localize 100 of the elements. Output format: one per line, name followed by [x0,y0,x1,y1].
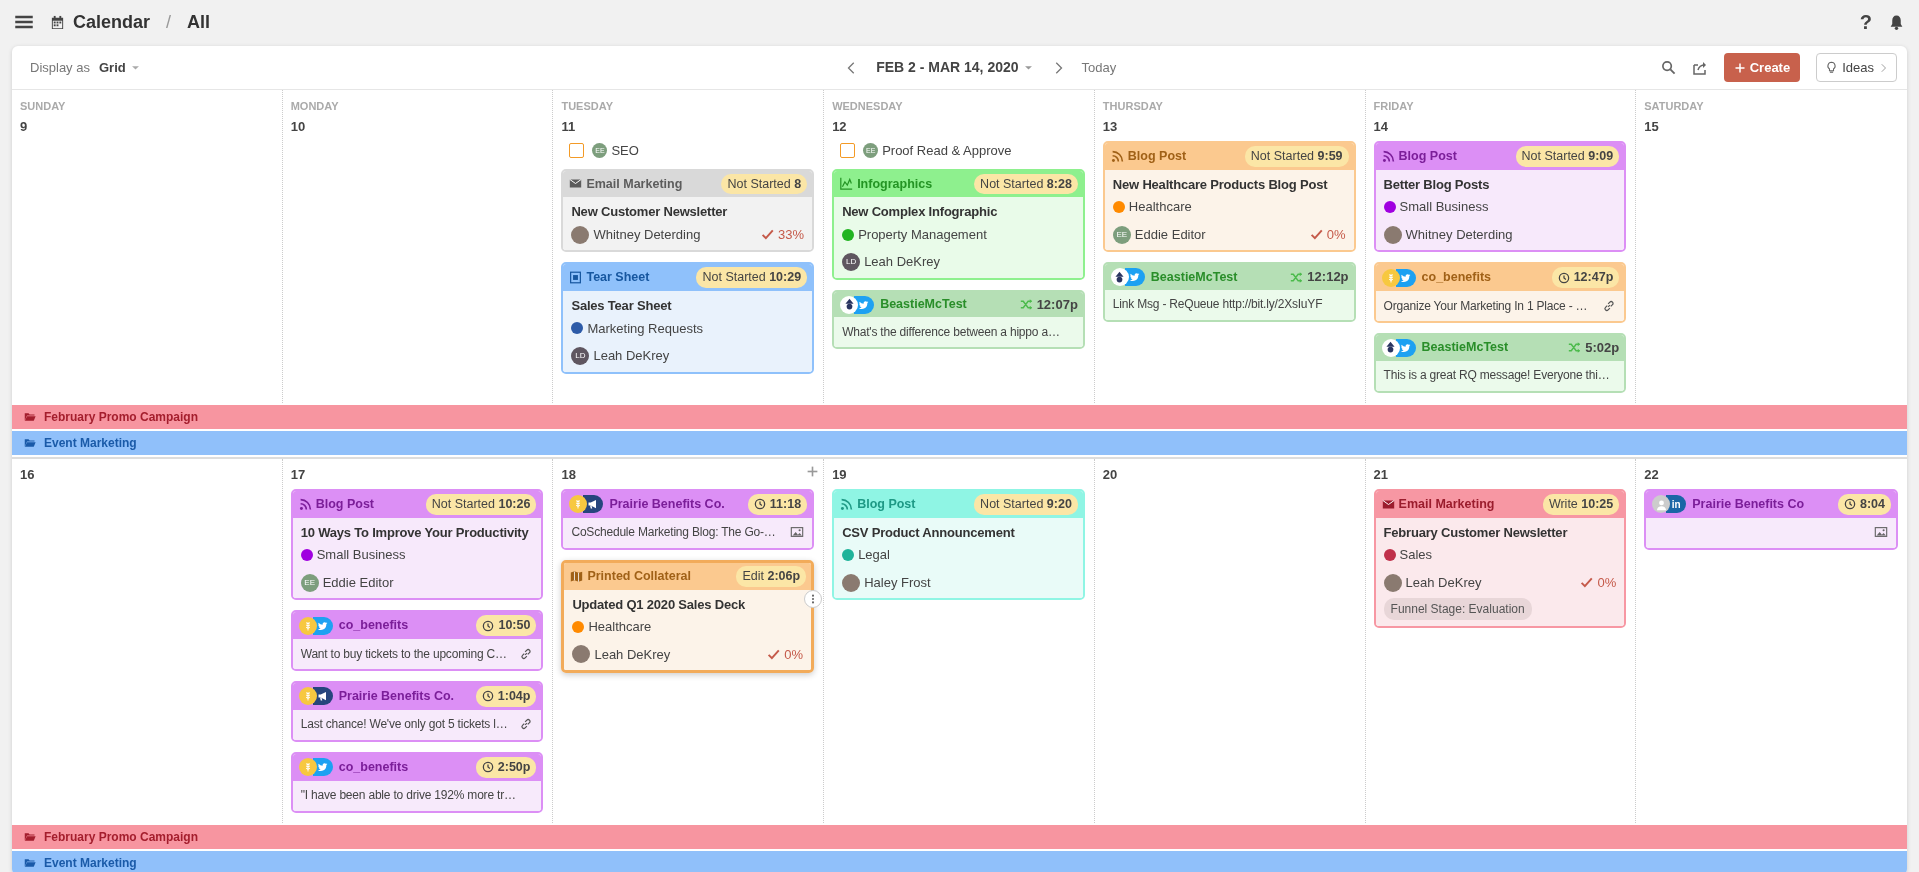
display-dropdown[interactable]: Grid [97,56,142,79]
tag-label: Healthcare [588,618,652,636]
weekday-label: WEDNESDAY [832,99,904,114]
time-text: 8:04 [1859,496,1885,513]
clock-icon [1557,271,1570,284]
tag-label: Property Management [858,225,987,244]
rss-icon [1381,149,1395,163]
campaign-band[interactable]: Event Marketing [12,430,1907,455]
owner-name: Eddie Editor [322,573,394,592]
document-icon [569,271,583,285]
social-card[interactable]: in Prairie Benefits Co 8:04 [1644,489,1898,550]
shuffle-icon [1568,341,1582,355]
content-card[interactable]: Email Marketing Write 10:25 February Customer Newsletter Sales Leah DeKrey 0% Funnel Stage: Evaluation [1373,489,1627,629]
task-checkbox[interactable] [840,143,856,159]
check-icon [1580,576,1594,589]
avatar-photo-placeholder [571,225,590,244]
task-label[interactable]: Proof Read & Approve [882,141,1012,161]
status-badge: Not Started 8:28 [974,173,1078,195]
bell-icon[interactable] [1888,13,1905,31]
avatar-initials: LD [842,253,861,271]
shuffle-icon [1019,298,1033,311]
account-name: Prairie Benefits Co. [609,496,725,513]
avatar-initials: LD [571,346,590,365]
date-number: 12 [832,117,847,136]
clock-icon [753,498,766,511]
task-checkbox[interactable] [569,143,585,159]
social-card[interactable]: BeastieMcTest 12:07p What's the difference between a hippo a… [832,289,1085,350]
content-type-label: Tear Sheet [586,269,650,287]
clock-icon [481,761,494,774]
add-icon[interactable] [806,464,820,478]
status-badge: Not Started 8 [721,173,808,195]
message-text: This is a great RQ message! Everyone thi… [1383,367,1610,384]
chevron-icon [1878,62,1888,73]
tag-label: Small Business [1399,198,1489,217]
help-icon[interactable]: ? [1859,12,1872,32]
display-label: Display as [30,58,90,77]
account-name: co_benefits [338,617,409,635]
breadcrumb-separator: / [166,10,172,34]
social-card[interactable]: co_benefits 2:50p "I have been able to drive 192% more tr… [290,751,544,813]
task-label[interactable]: SEO [611,141,639,161]
date-number: 10 [290,117,306,136]
link-icon [1602,298,1617,313]
social-card[interactable]: BeastieMcTest 5:02p This is a great RQ message! Everyone thi… [1373,333,1627,393]
time-text: 12:07p [1036,295,1078,314]
owner-name: Haley Frost [864,573,931,592]
image-icon [790,525,805,540]
social-card[interactable]: co_benefits 10:50 Want to buy tickets to the upcoming C… [290,610,544,671]
progress-text: 33% [778,225,805,244]
time-text: 11:18 [769,496,802,513]
campaign-band[interactable]: Event Marketing [12,850,1907,872]
social-card[interactable]: Prairie Benefits Co. 1:04p Last chance! We've only got 5 tickets l… [290,681,544,742]
ideas-button[interactable]: Ideas [1816,52,1897,83]
content-card[interactable]: Blog Post Not Started 9:59 New Healthcare Products Blog Post Healthcare EE Eddie Editor 0% [1102,141,1356,253]
folder-icon [24,830,36,843]
date-number: 11 [561,117,576,136]
create-button[interactable]: Create [1723,52,1801,83]
funnel-stage-tag: Funnel Stage: Evaluation [1383,598,1532,621]
tag-label: Legal [858,546,890,565]
bulb-icon [1825,61,1839,74]
rss-icon [840,497,854,511]
avatar-initials: EE [1112,225,1131,244]
time-text: 12:47p [1573,269,1614,287]
check-icon [767,647,781,661]
date-range-dropdown[interactable]: FEB 2 - MAR 14, 2020 [875,56,1035,79]
bird-icon [316,761,329,774]
content-type-label: Infographics [857,175,933,193]
owner-name: Leah DeKrey [594,645,671,664]
avatar-photo-placeholder [842,573,861,592]
time-text: 5:02p [1585,339,1620,357]
rss-icon [298,497,312,511]
avatar-photo-placeholder [1383,573,1402,592]
content-card[interactable]: Tear Sheet Not Started 10:29 Sales Tear Sheet Marketing Requests LD Leah DeKrey [561,262,815,374]
social-card[interactable]: BeastieMcTest 12:12p Link Msg - ReQueue http://bit.ly/2XsIuYF [1102,262,1356,322]
social-card[interactable]: co_benefits 12:47p Organize Your Marketing In 1 Place - … [1373,262,1627,323]
content-card[interactable]: Blog Post Not Started 10:26 10 Ways To Improve Your Productivity Small Business EE Eddie Editor [290,489,544,601]
progress-text: 0% [1326,225,1346,244]
link-icon [519,717,534,732]
content-card[interactable]: Blog Post Not Started 9:09 Better Blog Posts Small Business Whitney Deterding [1373,141,1627,253]
status-badge: Not Started 9:20 [974,494,1078,515]
content-card[interactable]: Blog Post Not Started 9:20 CSV Product Announcement Legal Haley Frost [832,489,1085,601]
content-type-label: Blog Post [315,496,375,513]
content-title: New Customer Newsletter [571,203,729,222]
message-text: Last chance! We've only got 5 tickets l… [300,716,508,734]
date-number: 19 [832,465,847,484]
account-name: BeastieMcTest [1150,268,1238,286]
campaign-label: February Promo Campaign [44,828,199,846]
today-button[interactable]: Today [1080,56,1118,79]
content-card[interactable]: Printed Collateral Edit 2:06p Updated Q1 2020 Sales Deck Healthcare Leah DeKrey 0% [561,559,815,673]
content-card[interactable]: Infographics Not Started 8:28 New Complex Infographic Property Management LD Leah DeKrey [832,168,1085,280]
content-title: Sales Tear Sheet [571,297,673,315]
search-icon[interactable] [1660,60,1676,75]
content-card[interactable]: Email Marketing Not Started 8 New Customer Newsletter Whitney Deterding 33% [561,168,815,253]
content-title: February Customer Newsletter [1383,523,1569,542]
calendar-icon [50,14,65,30]
account-name: Prairie Benefits Co [1692,496,1805,513]
status-badge: Not Started 10:29 [696,267,808,288]
weekday-label: FRIDAY [1373,99,1415,114]
message-text: CoSchedule Marketing Blog: The Go-… [571,524,776,542]
share-icon[interactable] [1691,59,1708,76]
social-card[interactable]: Prairie Benefits Co. 11:18 CoSchedule Marketing Blog: The Go-… [561,489,815,550]
